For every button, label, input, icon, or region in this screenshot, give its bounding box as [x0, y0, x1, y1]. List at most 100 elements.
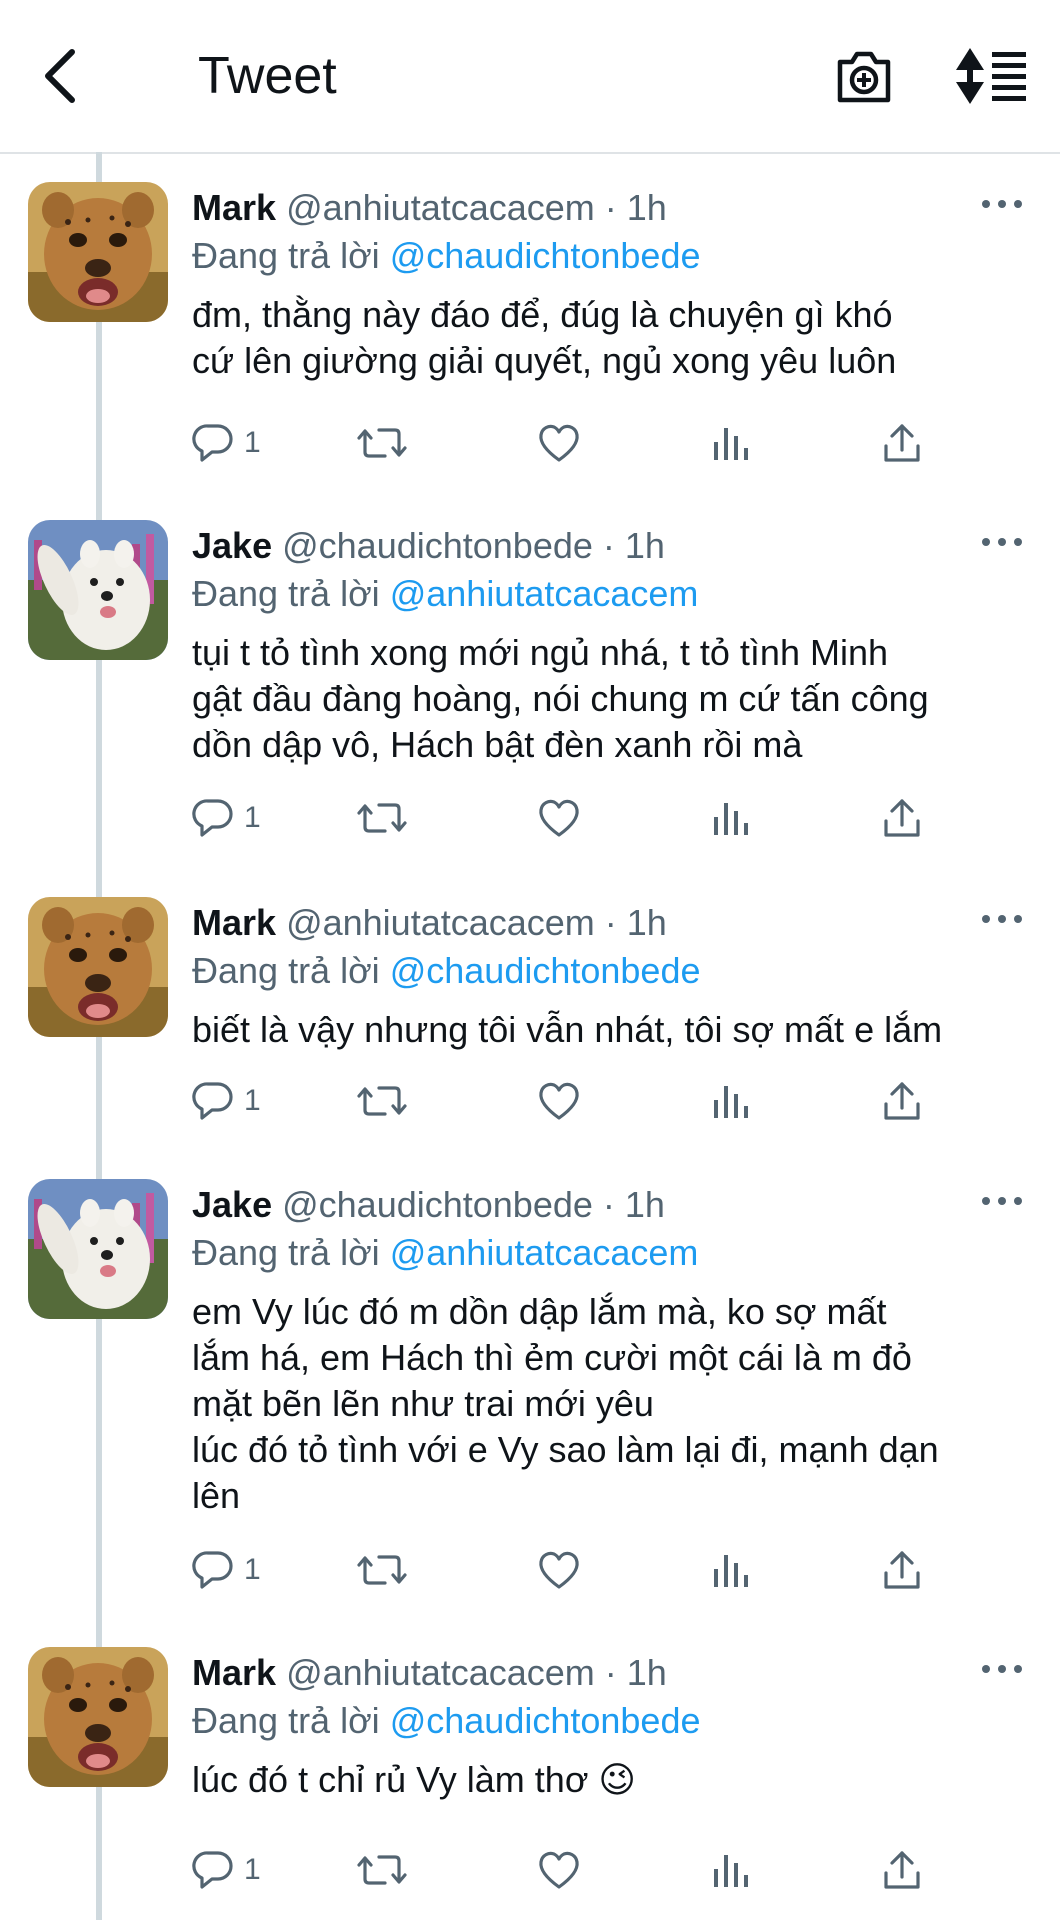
avatar[interactable]	[28, 1179, 168, 1319]
replying-to: Đang trả lời @chaudichtonbede	[192, 949, 700, 993]
tweet-header: Jake @chaudichtonbede · 1h	[192, 1183, 665, 1227]
retweet-icon	[357, 422, 407, 464]
share-button[interactable]	[882, 1076, 922, 1126]
view-count-button[interactable]	[710, 418, 750, 468]
analytics-bars-icon	[710, 1849, 750, 1891]
tweet-text: đm, thằng này đáo để, đúg là chuyện gì k…	[192, 292, 1032, 384]
more-options-button[interactable]	[980, 532, 1026, 552]
replying-to-mention[interactable]: @anhiutatcacacem	[390, 573, 699, 614]
share-icon	[882, 422, 922, 464]
author-name[interactable]: Jake	[192, 525, 272, 566]
author-name[interactable]: Mark	[192, 902, 276, 943]
add-photo-button[interactable]	[834, 46, 894, 106]
author-handle-time[interactable]: @anhiutatcacacem · 1h	[286, 187, 667, 228]
tweet-text-line: dồn dập vô, Hách bật đèn xanh rồi mà	[192, 724, 803, 765]
view-count-button[interactable]	[710, 1545, 750, 1595]
top-bar: Tweet	[0, 0, 1060, 154]
share-button[interactable]	[882, 1545, 922, 1595]
author-handle-time[interactable]: @chaudichtonbede · 1h	[282, 1184, 665, 1225]
heart-icon	[537, 1549, 581, 1591]
author-name[interactable]: Mark	[192, 187, 276, 228]
replying-to: Đang trả lời @anhiutatcacacem	[192, 1231, 698, 1275]
replying-to-mention[interactable]: @chaudichtonbede	[390, 1700, 701, 1741]
retweet-icon	[357, 797, 407, 839]
tweet-actions: 1	[192, 418, 1012, 468]
tweet-header: Mark @anhiutatcacacem · 1h	[192, 186, 667, 230]
share-icon	[882, 1549, 922, 1591]
heart-icon	[537, 422, 581, 464]
retweet-button[interactable]	[357, 1545, 407, 1595]
retweet-button[interactable]	[357, 1845, 407, 1895]
add-photo-camera-icon	[837, 51, 891, 103]
reply-icon	[192, 1849, 234, 1891]
replying-to-label: Đang trả lời	[192, 235, 380, 276]
analytics-bars-icon	[710, 1549, 750, 1591]
reply-button[interactable]: 1	[192, 1545, 261, 1595]
tweet-actions: 1	[192, 1076, 1012, 1126]
retweet-button[interactable]	[357, 1076, 407, 1126]
reply-button[interactable]: 1	[192, 418, 261, 468]
reply-button[interactable]: 1	[192, 1076, 261, 1126]
view-count-button[interactable]	[710, 1076, 750, 1126]
tweet-text-line: lên	[192, 1475, 241, 1516]
replying-to-mention[interactable]: @chaudichtonbede	[390, 235, 701, 276]
tweet-text-line: mặt bẽn lẽn như trai mới yêu	[192, 1383, 654, 1424]
share-button[interactable]	[882, 793, 922, 843]
author-handle-time[interactable]: @chaudichtonbede · 1h	[282, 525, 665, 566]
share-icon	[882, 1849, 922, 1891]
avatar[interactable]	[28, 1647, 168, 1787]
chevron-left-icon	[45, 49, 75, 103]
reply-button[interactable]: 1	[192, 793, 261, 843]
samoyed-dog-avatar-image	[28, 520, 168, 660]
avatar[interactable]	[28, 520, 168, 660]
analytics-bars-icon	[710, 422, 750, 464]
page-title: Tweet	[198, 47, 337, 105]
tweet-actions: 1	[192, 1845, 1012, 1895]
more-options-button[interactable]	[980, 194, 1026, 214]
share-button[interactable]	[882, 1845, 922, 1895]
like-button[interactable]	[537, 1076, 581, 1126]
analytics-bars-icon	[710, 1080, 750, 1122]
reply-button[interactable]: 1	[192, 1845, 261, 1895]
like-button[interactable]	[537, 1845, 581, 1895]
heart-icon	[537, 1849, 581, 1891]
share-button[interactable]	[882, 418, 922, 468]
back-button[interactable]	[38, 44, 86, 108]
heart-icon	[537, 797, 581, 839]
reply-count: 1	[244, 801, 261, 834]
replying-to-mention[interactable]: @chaudichtonbede	[390, 950, 701, 991]
replying-to-mention[interactable]: @anhiutatcacacem	[390, 1232, 699, 1273]
retweet-icon	[357, 1549, 407, 1591]
replying-to: Đang trả lời @chaudichtonbede	[192, 234, 700, 278]
author-name[interactable]: Jake	[192, 1184, 272, 1225]
view-count-button[interactable]	[710, 793, 750, 843]
more-options-button[interactable]	[980, 1659, 1026, 1679]
replying-to: Đang trả lời @anhiutatcacacem	[192, 572, 698, 616]
author-handle-time[interactable]: @anhiutatcacacem · 1h	[286, 1652, 667, 1693]
more-options-button[interactable]	[980, 909, 1026, 929]
reply-count: 1	[244, 426, 261, 459]
like-button[interactable]	[537, 418, 581, 468]
reply-icon	[192, 1080, 234, 1122]
replying-to-label: Đang trả lời	[192, 1232, 380, 1273]
author-name[interactable]: Mark	[192, 1652, 276, 1693]
replying-to-label: Đang trả lời	[192, 573, 380, 614]
replying-to-label: Đang trả lời	[192, 1700, 380, 1741]
avatar[interactable]	[28, 182, 168, 322]
cheetah-cub-avatar-image	[28, 1647, 168, 1787]
more-options-button[interactable]	[980, 1191, 1026, 1211]
tweet-text-line: lúc đó t chỉ rủ Vy làm thơ 😉	[192, 1759, 636, 1800]
avatar[interactable]	[28, 897, 168, 1037]
tweet-text-line: em Vy lúc đó m dồn dập lắm mà, ko sợ mất	[192, 1291, 887, 1332]
retweet-button[interactable]	[357, 793, 407, 843]
like-button[interactable]	[537, 1545, 581, 1595]
reply-count: 1	[244, 1553, 261, 1586]
sort-list-icon	[956, 48, 1026, 104]
author-handle-time[interactable]: @anhiutatcacacem · 1h	[286, 902, 667, 943]
view-count-button[interactable]	[710, 1845, 750, 1895]
reply-icon	[192, 1549, 234, 1591]
retweet-button[interactable]	[357, 418, 407, 468]
share-icon	[882, 1080, 922, 1122]
like-button[interactable]	[537, 793, 581, 843]
sort-button[interactable]	[956, 44, 1028, 108]
